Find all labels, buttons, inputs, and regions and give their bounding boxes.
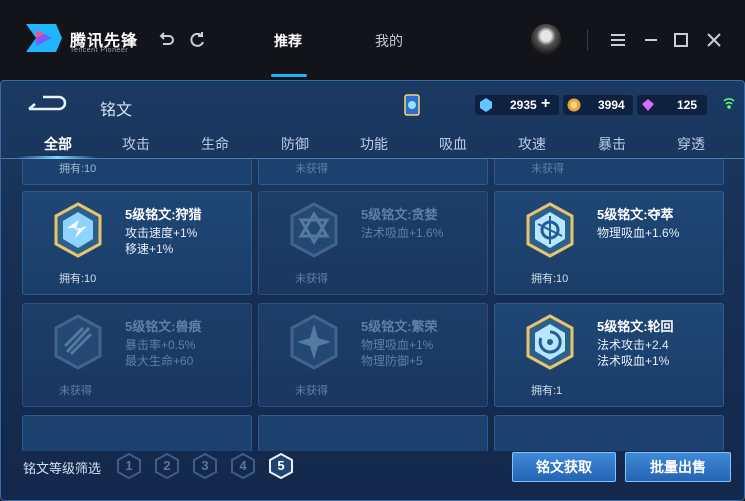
rune-emblem-icon (526, 202, 574, 258)
tab-defense[interactable]: 防御 (281, 134, 309, 154)
list-item[interactable] (22, 415, 252, 451)
tab-utility[interactable]: 功能 (360, 134, 388, 154)
divider (587, 29, 588, 51)
rune-card-prosperity[interactable]: 5级铭文:繁荣 物理吸血+1% 物理防御+5 未获得 (258, 303, 488, 407)
rune-emblem-icon (54, 202, 102, 258)
owned-count: 拥有:10 (531, 273, 569, 285)
app-logo-icon (26, 24, 62, 52)
owned-count: 未获得 (295, 273, 328, 285)
diamond-currency-value: 125 (677, 98, 698, 112)
rune-emblem-icon (526, 314, 574, 370)
list-item[interactable]: 未获得 (494, 159, 724, 185)
tab-all[interactable]: 全部 (44, 134, 72, 154)
rune-stat: 暴击率+0.5% (125, 338, 196, 352)
blue-gem-icon (480, 98, 492, 112)
rune-name: 5级铭文:兽痕 (125, 319, 202, 334)
tab-attack[interactable]: 攻击 (122, 134, 150, 154)
tab-recommend[interactable]: 推荐 (274, 31, 302, 51)
level-filter-2[interactable]: 2 (154, 453, 180, 479)
back-arrow-icon[interactable] (23, 93, 67, 115)
tab-attack-speed[interactable]: 攻速 (518, 134, 546, 154)
owned-count: 未获得 (59, 385, 92, 397)
refresh-icon[interactable] (187, 30, 207, 50)
level-number: 4 (239, 458, 247, 473)
rune-stat: 最大生命+60 (125, 354, 194, 368)
level-filter-5[interactable]: 5 (268, 453, 294, 479)
gold-coin-icon (567, 98, 581, 112)
add-currency-button[interactable]: + (541, 95, 550, 113)
rune-name: 5级铭文:贪婪 (361, 207, 438, 222)
close-icon[interactable] (704, 30, 724, 50)
panel-header: 铭文 2935 + 3994 125 (1, 81, 744, 127)
tab-mine[interactable]: 我的 (375, 31, 403, 51)
diamond-icon (642, 99, 654, 111)
rune-card-harvest[interactable]: 5级铭文:夺萃 物理吸血+1.6% 拥有:10 (494, 191, 724, 295)
owned-count: 拥有:10 (59, 273, 97, 285)
active-tab-indicator (271, 74, 307, 77)
list-item[interactable]: 拥有:10 (22, 159, 252, 185)
rune-stat: 物理防御+5 (361, 354, 423, 368)
rune-obtain-button[interactable]: 铭文获取 (512, 452, 616, 482)
gold-currency: 3994 (563, 95, 633, 115)
minimize-icon[interactable] (641, 30, 661, 50)
rune-name: 5级铭文:轮回 (597, 319, 674, 334)
rune-name: 5级铭文:繁荣 (361, 319, 438, 334)
owned-count: 拥有:10 (59, 163, 97, 175)
owned-count: 未获得 (295, 163, 328, 175)
category-tabs: 全部 攻击 生命 防御 功能 吸血 攻速 暴击 穿透 (1, 127, 744, 159)
list-item[interactable]: 未获得 (258, 159, 488, 185)
bulk-sell-button[interactable]: 批量出售 (625, 452, 731, 482)
rune-name: 5级铭文:狩猎 (125, 207, 202, 222)
rune-emblem-icon (54, 314, 102, 370)
diamond-currency: 125 (637, 95, 707, 115)
rune-card-hunt[interactable]: 5级铭文:狩猎 攻击速度+1% 移速+1% 拥有:10 (22, 191, 252, 295)
rune-stat: 法术吸血+1.6% (361, 226, 444, 240)
list-item[interactable] (494, 415, 724, 451)
signal-icon (723, 98, 735, 109)
gold-currency-value: 3994 (598, 98, 625, 112)
level-filter-1[interactable]: 1 (116, 453, 142, 479)
rune-emblem-icon (290, 314, 338, 370)
card-icon[interactable] (403, 93, 421, 117)
rune-panel: 铭文 2935 + 3994 125 全部 攻击 生命 防御 功能 吸血 攻速 … (0, 80, 745, 501)
rune-grid: 拥有:10 未获得 未获得 5级铭文:狩猎 攻击速度+1% 移速+1% 拥有:1… (1, 159, 744, 451)
rune-name: 5级铭文:夺萃 (597, 207, 674, 222)
tab-lifesteal[interactable]: 吸血 (439, 134, 467, 154)
owned-count: 未获得 (295, 385, 328, 397)
level-filter-label: 铭文等级筛选 (23, 461, 102, 476)
level-number: 3 (201, 458, 209, 473)
undo-icon[interactable] (156, 30, 176, 50)
title-bar: 腾讯先锋 Tencent Pioneer 推荐 我的 (0, 0, 745, 80)
avatar[interactable] (531, 24, 561, 54)
tab-critical[interactable]: 暴击 (598, 134, 626, 154)
brand-subtitle: Tencent Pioneer (70, 47, 129, 54)
rune-card-reincarnation[interactable]: 5级铭文:轮回 法术攻击+2.4 法术吸血+1% 拥有:1 (494, 303, 724, 407)
tab-penetration[interactable]: 穿透 (677, 134, 705, 154)
list-item[interactable] (258, 415, 488, 451)
owned-count: 未获得 (531, 163, 564, 175)
level-number: 5 (277, 458, 285, 473)
menu-icon[interactable] (608, 30, 628, 50)
blue-currency: 2935 + (475, 95, 559, 115)
blue-currency-value: 2935 (510, 98, 537, 112)
rune-stat: 移速+1% (125, 242, 174, 256)
level-number: 2 (163, 458, 171, 473)
maximize-icon[interactable] (671, 30, 691, 50)
rune-stat: 法术攻击+2.4 (597, 338, 669, 352)
rune-stat: 物理吸血+1.6% (597, 226, 680, 240)
level-number: 1 (125, 458, 133, 473)
rune-stat: 攻击速度+1% (125, 226, 198, 240)
tab-health[interactable]: 生命 (201, 134, 229, 154)
level-filter-4[interactable]: 4 (230, 453, 256, 479)
app-window: 腾讯先锋 Tencent Pioneer 推荐 我的 铭文 2935 + 399 (0, 0, 745, 501)
owned-count: 拥有:1 (531, 385, 563, 397)
rune-stat: 物理吸血+1% (361, 338, 434, 352)
panel-title: 铭文 (100, 102, 133, 119)
rune-card-beast-mark[interactable]: 5级铭文:兽痕 暴击率+0.5% 最大生命+60 未获得 (22, 303, 252, 407)
rune-card-greed[interactable]: 5级铭文:贪婪 法术吸血+1.6% 未获得 (258, 191, 488, 295)
rune-emblem-icon (290, 202, 338, 258)
rune-stat: 法术吸血+1% (597, 354, 670, 368)
level-filter-3[interactable]: 3 (192, 453, 218, 479)
